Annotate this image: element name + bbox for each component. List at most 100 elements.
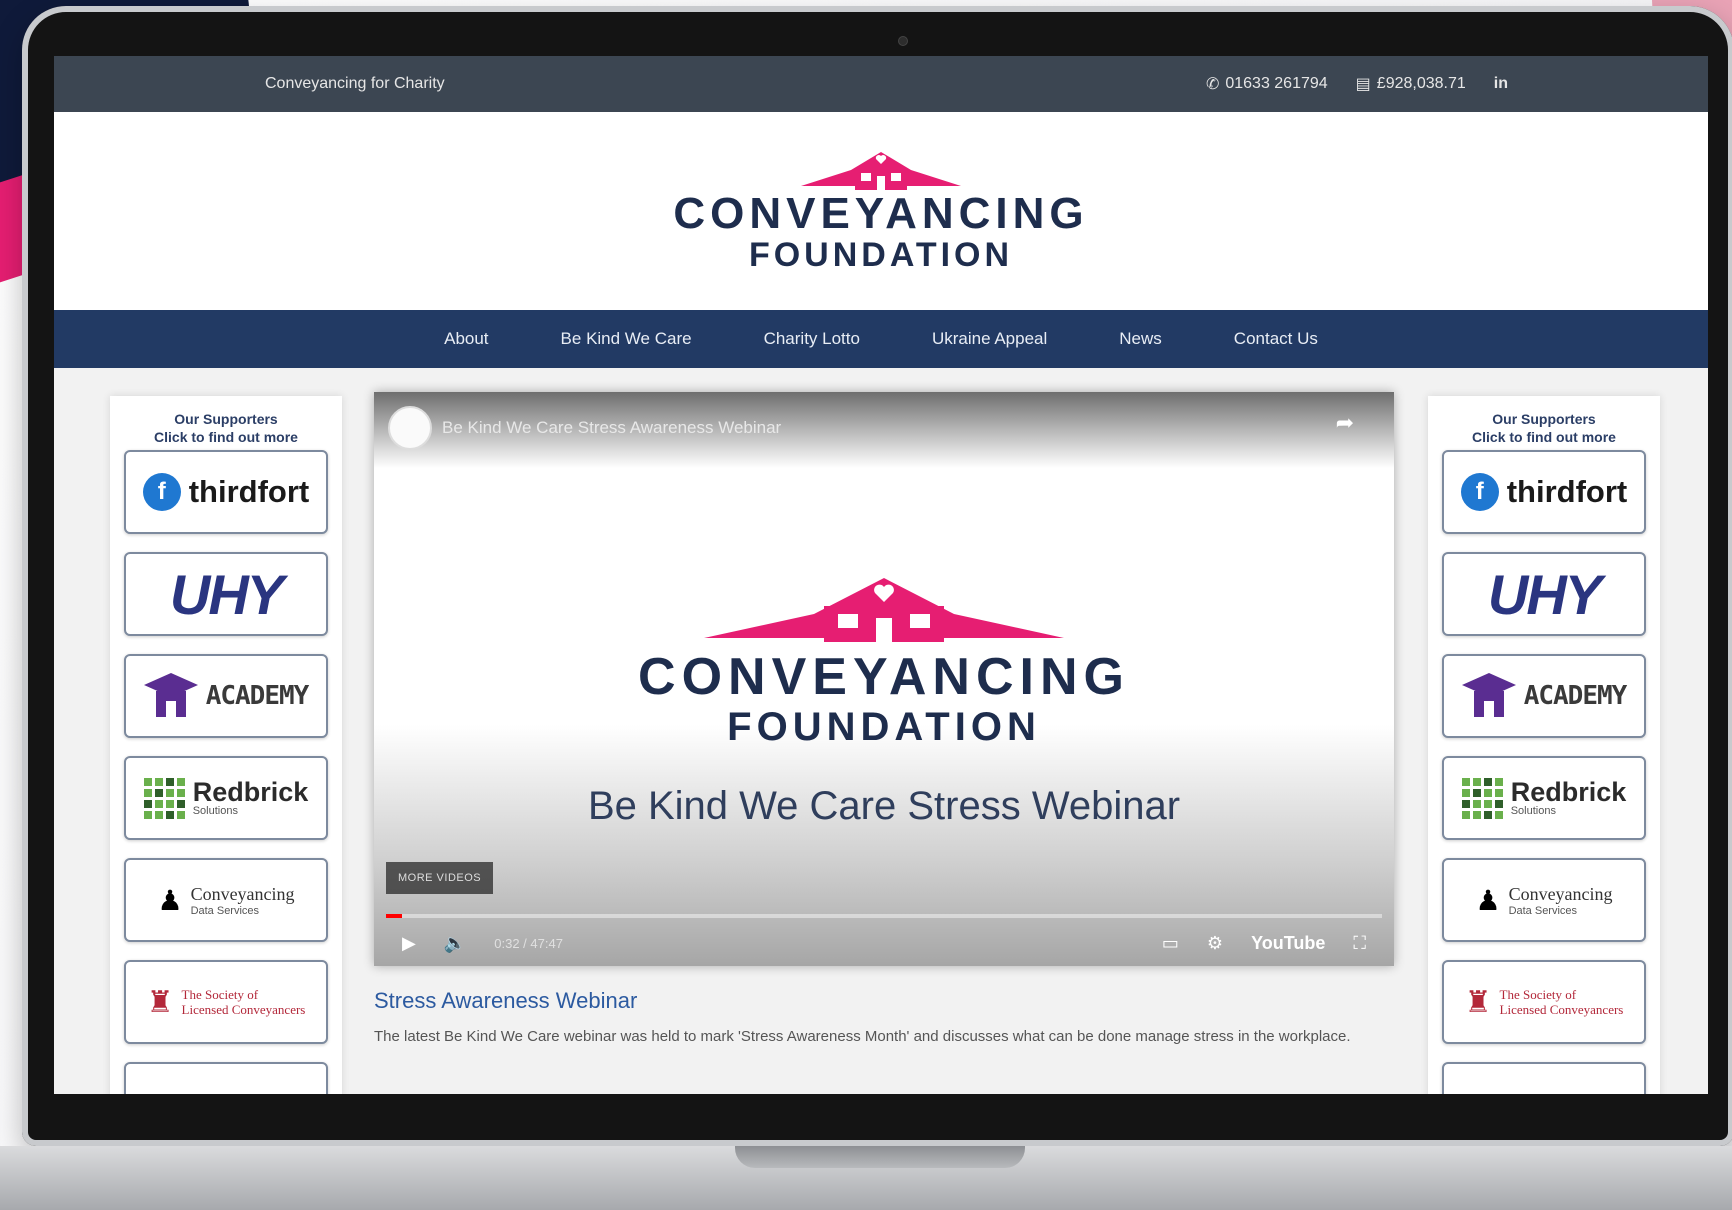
supporters-title-line1: Our Supporters <box>1492 411 1596 427</box>
top-bar-contact: ✆ 01633 261794 ▤ £928,038.71 in <box>1206 74 1508 94</box>
share-icon[interactable]: ➦ <box>1336 410 1354 436</box>
supporters-title-line2: Click to find out more <box>154 429 298 445</box>
slc-crest-icon: ♜ <box>1464 985 1492 1019</box>
nav-contact-us[interactable]: Contact Us <box>1234 329 1318 349</box>
video-logo-line1: CONVEYANCING <box>638 648 1130 706</box>
controls-left: ▶ 🔈 0:32 / 47:47 <box>402 933 563 954</box>
house-icon: ⌂ <box>1534 1085 1555 1095</box>
supporters-sidebar-left: Our Supporters Click to find out more f … <box>110 396 342 1094</box>
sponsor-conveyancing-data-services[interactable]: ♟ Conveyancing Data Services <box>124 858 328 942</box>
main-nav: About Be Kind We Care Charity Lotto Ukra… <box>54 310 1708 368</box>
video-title[interactable]: Be Kind We Care Stress Awareness Webinar <box>442 418 781 438</box>
graduation-cap-icon <box>1461 673 1516 717</box>
sponsor-house-logo[interactable]: ⌂ <box>124 1062 328 1094</box>
redbrick-grid-icon <box>143 777 185 819</box>
controls-right: ▭ ⚙ YouTube ⛶ <box>1162 933 1366 954</box>
sponsor-redbrick[interactable]: Redbrick Solutions <box>1442 756 1646 840</box>
supporters-title-line2: Click to find out more <box>1472 429 1616 445</box>
cds-sub: Data Services <box>190 904 260 917</box>
slc-line2: Licensed Conveyancers <box>181 1002 306 1017</box>
cds-figure-icon: ♟ <box>1475 884 1501 916</box>
logo-text-line2: FOUNDATION <box>748 236 1014 274</box>
supporters-title: Our Supporters Click to find out more <box>1442 410 1646 446</box>
post-body: The latest Be Kind We Care webinar was h… <box>374 1028 1351 1045</box>
slc-line1: The Society of <box>1499 987 1577 1002</box>
academy-name: ACADEMY <box>205 681 310 711</box>
sponsor-redbrick[interactable]: Redbrick Solutions <box>124 756 328 840</box>
laptop-notch <box>735 1146 1025 1168</box>
laptop-screen: Conveyancing for Charity ✆ 01633 261794 … <box>54 56 1708 1094</box>
cds-name: Conveyancing <box>1508 883 1613 904</box>
video-time: 0:32 / 47:47 <box>494 935 563 951</box>
youtube-logo[interactable]: YouTube <box>1251 933 1325 954</box>
sponsor-conveyancing-data-services[interactable]: ♟ Conveyancing Data Services <box>1442 858 1646 942</box>
redbrick-text: Redbrick Solutions <box>192 777 309 818</box>
sponsor-conveyancing-academy[interactable]: ACADEMY <box>124 654 328 738</box>
video-progress-fill <box>386 914 402 918</box>
video-progress-bar[interactable] <box>386 914 1382 918</box>
play-icon[interactable]: ▶ <box>402 933 416 954</box>
graduation-cap-icon <box>143 673 198 717</box>
uhy-name: UHY <box>1487 562 1602 626</box>
fullscreen-icon[interactable]: ⛶ <box>1353 933 1366 954</box>
volume-icon[interactable]: 🔈 <box>444 933 466 954</box>
academy-name: ACADEMY <box>1523 681 1628 711</box>
house-logo-icon <box>801 152 961 190</box>
logo-text-line1: CONVEYANCING <box>673 189 1089 238</box>
video-player[interactable]: Be Kind We Care Stress Awareness Webinar… <box>374 392 1394 966</box>
video-subtitle: Be Kind We Care Stress Webinar <box>587 784 1181 828</box>
thirdfort-name: thirdfort <box>1506 474 1628 509</box>
uhy-name: UHY <box>169 562 284 626</box>
site-logo[interactable]: CONVEYANCING FOUNDATION <box>673 148 1088 274</box>
supporters-title: Our Supporters Click to find out more <box>124 410 328 446</box>
sponsor-house-logo[interactable]: ⌂ <box>1442 1062 1646 1094</box>
nav-about[interactable]: About <box>444 329 488 349</box>
post-title[interactable]: Stress Awareness Webinar <box>374 988 1394 1014</box>
nav-be-kind-we-care[interactable]: Be Kind We Care <box>561 329 692 349</box>
redbrick-grid-icon <box>1461 777 1503 819</box>
phone-link[interactable]: ✆ 01633 261794 <box>1206 74 1328 94</box>
cds-sub: Data Services <box>1508 904 1578 917</box>
phone-number: 01633 261794 <box>1225 75 1328 92</box>
settings-icon[interactable]: ⚙ <box>1207 933 1223 954</box>
nav-ukraine-appeal[interactable]: Ukraine Appeal <box>932 329 1047 349</box>
sponsor-thirdfort[interactable]: f thirdfort <box>124 450 328 534</box>
video-logo-line2: FOUNDATION <box>727 705 1041 749</box>
redbrick-name: Redbrick <box>1510 777 1627 807</box>
sponsor-uhy[interactable]: UHY <box>124 552 328 636</box>
video-house-logo-icon <box>704 578 1064 642</box>
thirdfort-logo-icon: f <box>1460 473 1499 511</box>
sponsor-society-licensed-conveyancers[interactable]: ♜ The Society of Licensed Conveyancers <box>1442 960 1646 1044</box>
nav-charity-lotto[interactable]: Charity Lotto <box>764 329 860 349</box>
tagline: Conveyancing for Charity <box>265 75 445 92</box>
sponsor-society-licensed-conveyancers[interactable]: ♜ The Society of Licensed Conveyancers <box>124 960 328 1044</box>
more-videos-button[interactable]: MORE VIDEOS <box>386 862 494 894</box>
cds-name: Conveyancing <box>190 883 295 904</box>
redbrick-text: Redbrick Solutions <box>1510 777 1627 818</box>
thirdfort-name: thirdfort <box>188 474 310 509</box>
phone-icon: ✆ <box>1205 76 1220 93</box>
slc-crest-icon: ♜ <box>146 985 174 1019</box>
cds-text: Conveyancing Data Services <box>191 884 295 917</box>
money-icon: ▤ <box>1355 76 1371 93</box>
slc-line2: Licensed Conveyancers <box>1499 1002 1624 1017</box>
cds-text: Conveyancing Data Services <box>1509 884 1613 917</box>
house-icon: ⌂ <box>216 1085 237 1095</box>
nav-news[interactable]: News <box>1119 329 1162 349</box>
video-logo: CONVEYANCING FOUNDATION <box>374 572 1394 749</box>
top-bar: Conveyancing for Charity ✆ 01633 261794 … <box>54 56 1708 112</box>
main-column: Be Kind We Care Stress Awareness Webinar… <box>374 392 1394 1050</box>
supporters-sidebar-right: Our Supporters Click to find out more f … <box>1428 396 1660 1094</box>
linkedin-icon[interactable]: in <box>1494 75 1508 93</box>
sponsor-thirdfort[interactable]: f thirdfort <box>1442 450 1646 534</box>
redbrick-name: Redbrick <box>192 777 309 807</box>
sponsor-uhy[interactable]: UHY <box>1442 552 1646 636</box>
channel-avatar[interactable] <box>388 406 432 450</box>
video-controls: ▶ 🔈 0:32 / 47:47 ▭ ⚙ YouTube ⛶ <box>374 920 1394 966</box>
sponsor-conveyancing-academy[interactable]: ACADEMY <box>1442 654 1646 738</box>
raised-amount: £928,038.71 <box>1376 75 1466 92</box>
slc-text: The Society of Licensed Conveyancers <box>1500 987 1624 1017</box>
camera-icon <box>898 36 908 46</box>
cds-figure-icon: ♟ <box>157 884 183 916</box>
captions-icon[interactable]: ▭ <box>1162 933 1179 954</box>
